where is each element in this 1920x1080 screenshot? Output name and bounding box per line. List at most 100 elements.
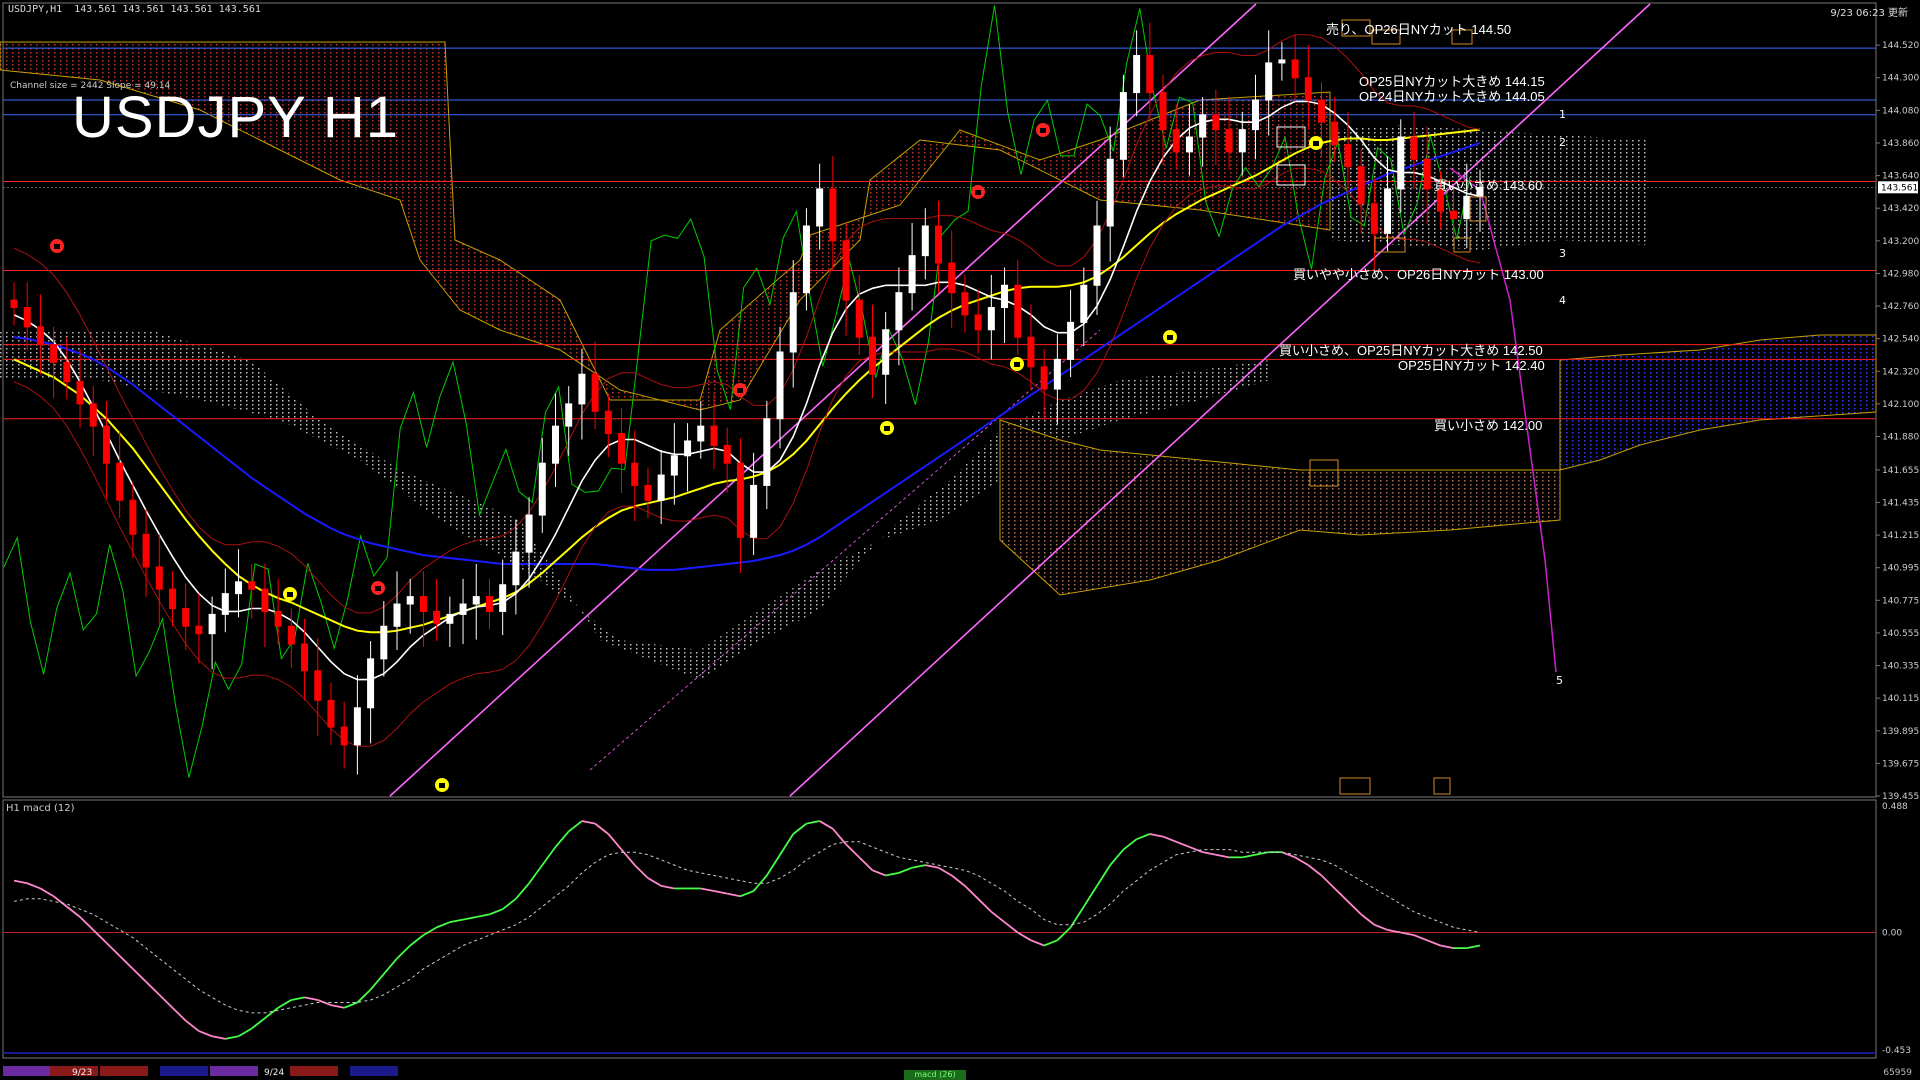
y-tick-label: 139.675 (1882, 759, 1919, 769)
y-tick-label: 142.980 (1882, 269, 1919, 279)
signal-marker-notch-3 (439, 783, 445, 788)
candle-body (1278, 59, 1286, 64)
candle-body (419, 596, 427, 612)
candle-body (657, 474, 665, 501)
y-tick-label: 142.760 (1882, 302, 1919, 312)
date-tab-2[interactable]: 9/24 (264, 1068, 284, 1078)
y-tick-label: 140.995 (1882, 564, 1919, 574)
candle-body (76, 381, 84, 405)
y-tick-label: 142.100 (1882, 400, 1919, 410)
candle-body (327, 699, 335, 728)
candle-body (393, 603, 401, 627)
candle-body (604, 410, 612, 435)
candle-body (485, 596, 493, 612)
candle-body (1370, 203, 1378, 234)
candle-body (1331, 121, 1339, 145)
wave-label-4: 4 (1559, 294, 1566, 307)
date-tab-1[interactable]: 9/23 (72, 1068, 92, 1078)
wave-label-2: 2 (1559, 136, 1566, 149)
candle-body (1384, 188, 1392, 234)
indicator-tab[interactable]: macd (26) (904, 1070, 966, 1080)
candle-body (684, 440, 692, 457)
footer-color-tab-2 (100, 1066, 148, 1076)
candle-body (182, 607, 190, 627)
candle-body (895, 292, 903, 331)
signal-marker-notch-1 (287, 592, 293, 597)
candle-body (1172, 129, 1180, 153)
candle-body (314, 670, 322, 701)
candle-body (816, 188, 824, 227)
candle-body (631, 462, 639, 486)
footer-counter: 65959 (1883, 1068, 1912, 1078)
candle-body (1119, 92, 1127, 160)
candle-body (670, 455, 678, 476)
candle-body (1344, 143, 1352, 168)
candle-body (287, 625, 295, 645)
candle-body (10, 299, 18, 309)
candle-body (565, 403, 573, 427)
candle-body (235, 581, 243, 595)
candle-body (353, 707, 361, 746)
y-tick-label: 140.115 (1882, 694, 1919, 704)
candle-body (1291, 59, 1299, 79)
candle-body (1133, 55, 1141, 94)
candle-body (1040, 366, 1048, 390)
y-tick-label: 141.880 (1882, 433, 1919, 443)
level-label-14450: 売り、OP26日NYカット 144.50 (1326, 22, 1512, 37)
candle-body (1159, 92, 1167, 131)
y-tick-label: 143.860 (1882, 139, 1919, 149)
y-tick-label: 139.455 (1882, 792, 1919, 802)
candle-body (723, 444, 731, 464)
candle-body (1304, 77, 1312, 101)
candle-body (855, 299, 863, 338)
candle-body (142, 533, 150, 568)
candle-body (921, 225, 929, 257)
candle-body (789, 292, 797, 353)
macd-tick-label: -0.453 (1882, 1046, 1911, 1056)
candle-body (1001, 284, 1009, 309)
candle-body (168, 588, 176, 609)
candle-body (829, 188, 837, 242)
signal-marker-notch-6 (975, 190, 981, 195)
y-tick-label: 141.435 (1882, 498, 1919, 508)
candle-body (551, 425, 559, 464)
level-label-14240: OP25日NYカット 142.40 (1398, 358, 1545, 373)
footer-color-tab-3 (160, 1066, 208, 1076)
y-tick-label: 143.420 (1882, 204, 1919, 214)
wave-label-3: 3 (1559, 247, 1566, 260)
candle-body (1053, 358, 1061, 390)
y-tick-label: 139.895 (1882, 727, 1919, 737)
candle-body (248, 581, 256, 590)
candle-body (1265, 62, 1273, 101)
y-tick-label: 140.335 (1882, 662, 1919, 672)
y-tick-label: 143.640 (1882, 172, 1919, 182)
y-tick-label: 144.300 (1882, 74, 1919, 84)
update-time: 9/23 06:23 更新 (1830, 8, 1908, 19)
candle-body (1212, 114, 1220, 131)
wave-label-1: 1 (1559, 108, 1566, 121)
chart-title: USDJPY H1 (72, 85, 400, 150)
candle-body (221, 593, 229, 615)
signal-marker-notch-7 (1014, 362, 1020, 367)
candle-body (208, 613, 216, 635)
candle-body (274, 610, 282, 627)
price-chart: 144.520 144.300 144.080 143.860 143.640 143.4… (0, 0, 1920, 1080)
level-label-14300: 買いやや小さめ、OP26日NYカット 143.00 (1293, 267, 1544, 282)
candle-body (1080, 284, 1088, 323)
candle-body (802, 225, 810, 294)
candle-body (446, 613, 454, 624)
candle-body (578, 373, 586, 405)
candle-body (1106, 158, 1114, 227)
candle-body (116, 462, 124, 501)
candle-body (1067, 321, 1075, 360)
candle-body (1238, 129, 1246, 153)
candle-body (948, 262, 956, 294)
candle-body (459, 603, 467, 615)
candle-body (763, 418, 771, 486)
footer-color-tab-0 (3, 1066, 51, 1076)
candle-body (367, 658, 375, 709)
candle-body (1093, 225, 1101, 286)
y-tick-label: 142.320 (1882, 367, 1919, 377)
candle-body (433, 610, 441, 624)
candle-body (1014, 284, 1022, 338)
